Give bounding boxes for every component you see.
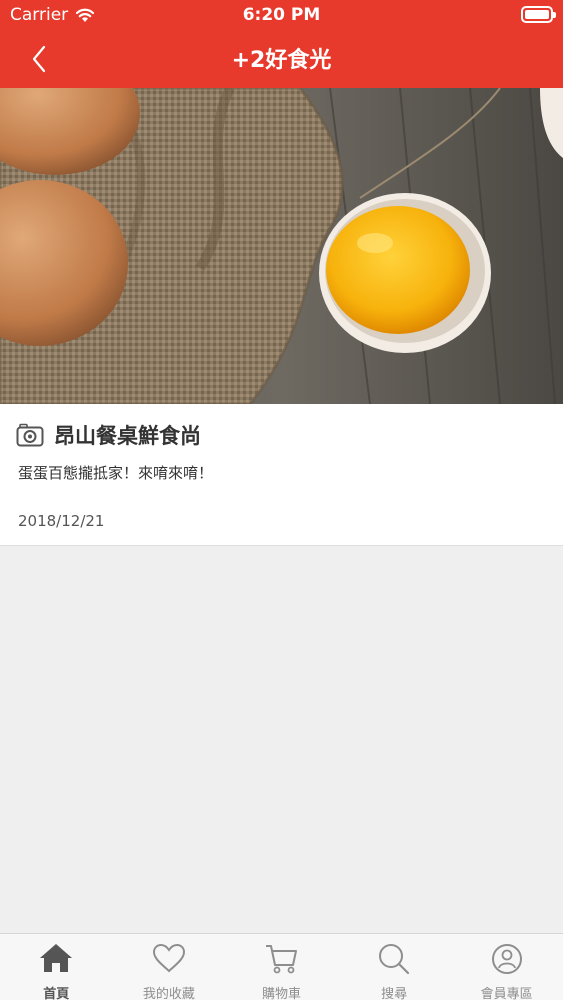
tab-label: 搜尋 (381, 987, 408, 1000)
tab-member[interactable]: 會員專區 (450, 934, 563, 1000)
status-time: 6:20 PM (242, 5, 321, 25)
tab-label: 會員專區 (480, 987, 533, 1000)
page-title: +2好食光 (231, 48, 332, 73)
tab-favorites[interactable]: 我的收藏 (113, 934, 226, 1000)
search-icon (379, 944, 410, 975)
tab-search[interactable]: 搜尋 (338, 934, 451, 1000)
home-icon (40, 944, 73, 972)
screen: Carrier 6:20 PM +2好食光 昂山餐桌鮮食尚 蛋蛋百態攏抵家！來唷… (0, 0, 563, 1000)
tab-home[interactable]: 首頁 (0, 934, 113, 1000)
article-header: 昂山餐桌鮮食尚 (16, 420, 201, 450)
tab-bar: 首頁 我的收藏 購物車 搜尋 會員專區 (0, 933, 563, 1000)
tab-label: 首頁 (43, 987, 70, 1000)
tab-label: 我的收藏 (142, 987, 195, 1000)
tab-cart[interactable]: 購物車 (225, 934, 338, 1000)
status-bar: Carrier 6:20 PM (0, 0, 563, 30)
article-description: 蛋蛋百態攏抵家！來唷來唷！ (18, 464, 214, 482)
heart-icon (152, 943, 185, 973)
battery-icon (521, 6, 556, 23)
article-title: 昂山餐桌鮮食尚 (54, 424, 201, 448)
eggs-photo (0, 88, 563, 404)
article-card[interactable]: 昂山餐桌鮮食尚 蛋蛋百態攏抵家！來唷來唷！ 2018/12/21 (0, 404, 563, 546)
top-bar: Carrier 6:20 PM +2好食光 (0, 0, 563, 88)
article-date: 2018/12/21 (18, 512, 105, 530)
hero-image[interactable] (0, 88, 563, 404)
camera-icon (16, 423, 44, 447)
cart-icon (266, 945, 298, 974)
nav-bar: +2好食光 (0, 30, 563, 88)
user-icon (491, 944, 522, 974)
tab-label: 購物車 (261, 987, 301, 1000)
